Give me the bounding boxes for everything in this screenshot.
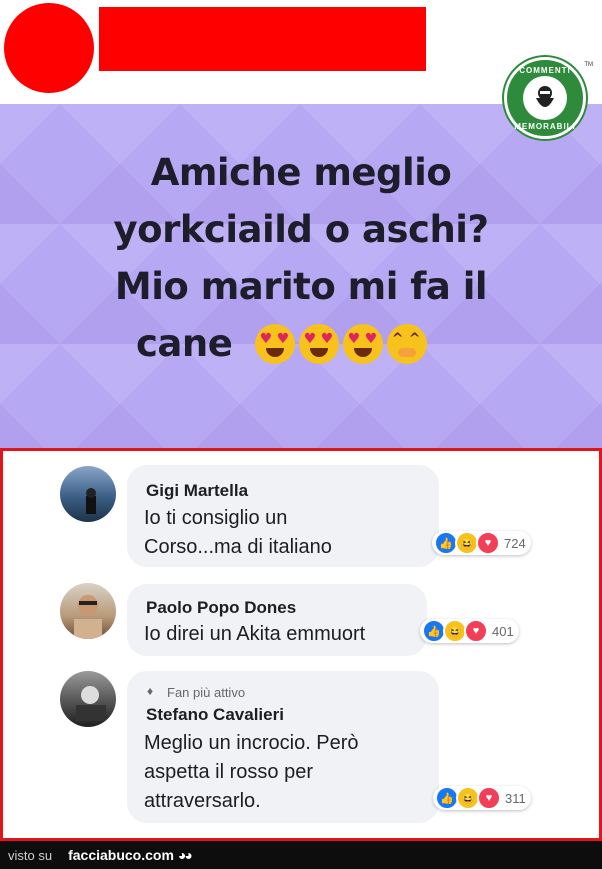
redacted-name [99, 7, 426, 71]
heart-eyes-emoji-icon: ♥ ♥ [298, 324, 339, 364]
love-reaction-icon: ♥ [464, 619, 488, 643]
reaction-count: 724 [504, 535, 526, 551]
bearded-man-icon [523, 76, 567, 120]
hugging-face-emoji-icon: ^ ^ [386, 324, 427, 364]
love-reaction-icon: ♥ [476, 531, 500, 555]
commenter-name[interactable]: Gigi Martella [146, 481, 248, 501]
reactions-summary[interactable]: 👍 😆 ♥ 311 [433, 786, 531, 810]
reaction-count: 311 [505, 790, 526, 806]
post-line-1: Amiche meglio [150, 151, 452, 194]
comment-text-line: attraversarlo. [144, 790, 261, 812]
logo-top-text: COMMENTI [519, 66, 571, 75]
comment-bubble: Paolo Popo Dones Io direi un Akita emmuo… [127, 584, 427, 656]
avatar[interactable] [60, 583, 116, 639]
commenti-memorabili-logo: TM COMMENTI MEMORABILI [504, 57, 593, 139]
trademark-label: TM [584, 62, 593, 68]
comment-bubble: ♦ Fan più attivo Stefano Cavalieri Megli… [127, 671, 439, 823]
reaction-count: 401 [492, 623, 514, 639]
heart-eyes-emoji-icon: ♥ ♥ [254, 324, 295, 364]
love-reaction-icon: ♥ [477, 786, 501, 810]
comment-text-line: aspetta il rosso per [144, 761, 313, 783]
redacted-avatar [4, 3, 94, 93]
post-line-4: cane ♥ ♥ ♥ ♥ ♥ ♥ ^ ^ [0, 315, 602, 372]
post-card: Amiche meglio yorkciaild o aschi? Mio ma… [0, 104, 602, 448]
post-text: Amiche meglio yorkciaild o aschi? Mio ma… [0, 144, 602, 372]
top-fan-badge: Fan più attivo [167, 685, 246, 700]
comment-text-line: Io ti consiglio un [144, 507, 288, 529]
footer-bar: visto su facciabuco.com ◕◕ [0, 841, 602, 869]
commenter-name[interactable]: Stefano Cavalieri [146, 705, 284, 725]
comment-text-line: Meglio un incrocio. Però [144, 732, 359, 754]
logo-bottom-text: MEMORABILI [514, 122, 576, 131]
avatar[interactable] [60, 671, 116, 727]
comments-section: Gigi Martella Io ti consiglio un Corso..… [0, 448, 602, 841]
avatar[interactable] [60, 466, 116, 522]
post-line-2: yorkciaild o aschi? [113, 208, 489, 251]
commenter-name[interactable]: Paolo Popo Dones [146, 598, 296, 618]
comment-text-line: Io direi un Akita emmuort [144, 623, 366, 645]
post-line-4-text: cane [136, 322, 233, 365]
eyes-icon: ◕◕ [177, 847, 193, 863]
heart-eyes-emoji-icon: ♥ ♥ [342, 324, 383, 364]
footer-visto-label: visto su [8, 847, 53, 863]
diamond-icon: ♦ [147, 684, 154, 698]
comment-bubble: Gigi Martella Io ti consiglio un Corso..… [127, 465, 439, 567]
reactions-summary[interactable]: 👍 😆 ♥ 724 [432, 531, 531, 555]
comment-text-line: Corso...ma di italiano [144, 536, 332, 558]
reactions-summary[interactable]: 👍 😆 ♥ 401 [420, 619, 519, 643]
footer-site-link[interactable]: facciabuco.com [68, 847, 174, 863]
post-line-3: Mio marito mi fa il [114, 265, 488, 308]
